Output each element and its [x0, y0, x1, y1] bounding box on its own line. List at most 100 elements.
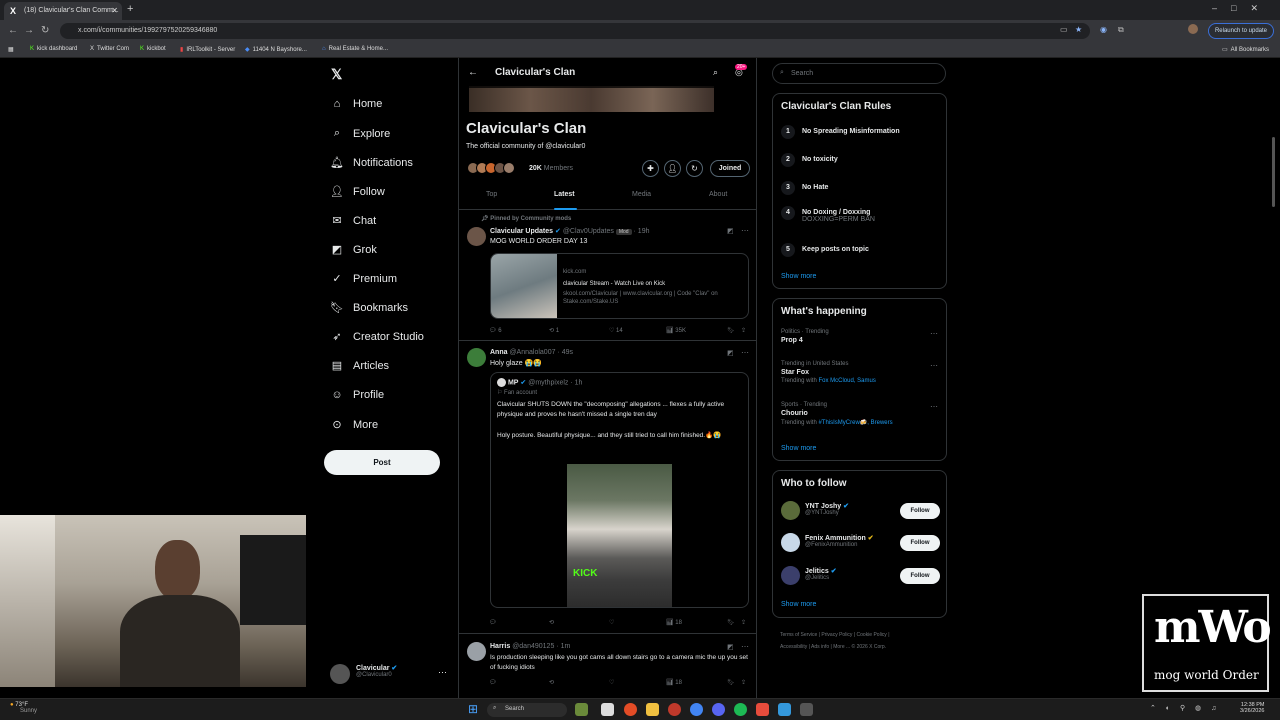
bookmark-kickbot[interactable]: Kkickbot: [140, 46, 169, 52]
pin-icon[interactable]: ↻: [686, 160, 703, 177]
post-button[interactable]: Post: [324, 450, 440, 475]
more-icon[interactable]: ⋯: [741, 226, 749, 235]
reply-button[interactable]: 💬︎ 6: [489, 327, 502, 334]
avatar[interactable]: [781, 533, 800, 552]
footer-link[interactable]: More ...: [833, 644, 850, 650]
install-icon[interactable]: ▭: [1060, 25, 1068, 34]
footer-link[interactable]: Accessibility: [780, 644, 807, 650]
views-count[interactable]: 📊︎ 18: [666, 679, 682, 686]
spotify-icon[interactable]: [734, 703, 747, 716]
more-icon[interactable]: ⋯: [741, 348, 749, 357]
extension-icon[interactable]: ◉: [1100, 25, 1107, 34]
taskbar-app-icon[interactable]: [624, 703, 637, 716]
x-logo-icon[interactable]: 𝕏: [331, 66, 342, 83]
tab-media[interactable]: Media: [632, 191, 651, 198]
members-count[interactable]: 20K Members: [529, 165, 573, 172]
like-button[interactable]: ♡: [609, 679, 614, 686]
bookmark-irltoolkit[interactable]: ▮ IRLToolkit - Server: [180, 46, 238, 53]
nav-grok[interactable]: ◩ Grok: [330, 243, 377, 257]
nav-home[interactable]: ⌂ Home: [330, 98, 383, 110]
views-count[interactable]: 📊︎ 18: [666, 619, 682, 626]
nav-notifications[interactable]: 🔔︎ Notifications: [330, 156, 413, 170]
browser-tab[interactable]: X (18) Clavicular's Clan Comm... ✕: [4, 2, 122, 20]
footer-link[interactable]: Ads info: [811, 644, 829, 650]
invite-icon[interactable]: 👤︎: [664, 160, 681, 177]
tab-about[interactable]: About: [709, 191, 727, 198]
nav-creator-studio[interactable]: ➶ Creator Studio: [330, 330, 424, 344]
bookmark-button[interactable]: 🔖︎: [727, 327, 735, 334]
post-harris[interactable]: Harris @dan490125 · 1m ◩ ⋯ Is production…: [459, 636, 756, 698]
nav-explore[interactable]: ⌕ Explore: [330, 127, 390, 140]
views-count[interactable]: 📊︎ 35K: [666, 327, 686, 334]
link-card[interactable]: kick.com clavicular Stream - Watch Live …: [490, 253, 749, 319]
search-icon[interactable]: ⌕: [713, 67, 718, 78]
grok-icon[interactable]: ◩: [727, 227, 734, 235]
close-tab-icon[interactable]: ✕: [111, 6, 118, 15]
window-controls[interactable]: –□✕: [1212, 3, 1272, 14]
footer-link[interactable]: Privacy Policy: [821, 632, 852, 638]
avatar[interactable]: [781, 566, 800, 585]
grok-icon[interactable]: ◩: [727, 643, 734, 651]
bookmark-realestate[interactable]: ⌂ Real Estate & Home...: [322, 46, 391, 52]
account-avatar[interactable]: [330, 664, 350, 684]
share-icon[interactable]: ✚: [642, 160, 659, 177]
show-more-link[interactable]: Show more: [781, 601, 816, 608]
tab-latest[interactable]: Latest: [554, 191, 575, 198]
reply-button[interactable]: 💬︎: [489, 619, 497, 626]
follow-button[interactable]: Follow: [900, 503, 940, 519]
grok-icon[interactable]: ◩: [727, 349, 734, 357]
nav-more[interactable]: ⊙ More: [330, 418, 378, 432]
trend-item[interactable]: Politics · Trending Prop 4: [781, 329, 941, 344]
avatar[interactable]: [467, 227, 486, 246]
repost-button[interactable]: ⟲: [549, 619, 554, 626]
trend-more-icon[interactable]: ⋯: [930, 402, 938, 411]
post-pinned[interactable]: 📌︎ Pinned by Community mods Clavicular U…: [459, 211, 756, 341]
start-button[interactable]: ⊞: [468, 702, 478, 716]
account-more-icon[interactable]: ⋯: [438, 667, 447, 678]
account-switcher[interactable]: Clavicular ✔ @Clavicular0: [356, 664, 397, 678]
taskbar-app-icon[interactable]: [756, 703, 769, 716]
joined-button[interactable]: Joined: [710, 160, 750, 177]
profile-avatar[interactable]: [1188, 24, 1198, 34]
taskbar-app-icon[interactable]: [575, 703, 588, 716]
quote-tweet[interactable]: MP ✔ @mythpixelz · 1h ⚐ Fan account Clav…: [490, 372, 749, 608]
nav-bookmarks[interactable]: 🔖︎ Bookmarks: [330, 301, 408, 315]
footer-link[interactable]: Terms of Service: [780, 632, 817, 638]
puzzle-icon[interactable]: ⧉: [1118, 25, 1124, 35]
apps-icon[interactable]: ▦: [8, 46, 14, 53]
new-tab-icon[interactable]: +: [127, 3, 133, 15]
show-more-link[interactable]: Show more: [781, 445, 816, 452]
folder-icon[interactable]: [646, 703, 659, 716]
bookmark-button[interactable]: 🔖︎: [727, 679, 735, 686]
star-icon[interactable]: ★: [1075, 25, 1082, 34]
taskbar-search[interactable]: ⌕ Search: [487, 703, 567, 717]
avatar[interactable]: [467, 348, 486, 367]
trend-item[interactable]: Sports · Trending Chourio Trending with …: [781, 402, 941, 426]
all-bookmarks[interactable]: ▭ All Bookmarks: [1222, 46, 1272, 53]
taskbar-app-icon[interactable]: [601, 703, 614, 716]
bookmark-button[interactable]: 🔖︎: [727, 619, 735, 626]
clock[interactable]: 12:38 PM 3/26/2026: [1240, 702, 1264, 714]
taskbar-app-icon[interactable]: [778, 703, 791, 716]
post-anna[interactable]: Anna @Annalola007 · 49s ◩ ⋯ Holy glaze 😭…: [459, 342, 756, 634]
scrollbar[interactable]: [1272, 62, 1277, 702]
system-tray-icons[interactable]: ⌃ ◐ ⚲ ◍ ♫: [1150, 704, 1220, 712]
show-more-link[interactable]: Show more: [781, 273, 816, 280]
follow-button[interactable]: Follow: [900, 568, 940, 584]
like-button[interactable]: ♡: [609, 619, 614, 626]
suggestion[interactable]: Fenix Ammunition ✔ @FenixAmmunition: [805, 534, 874, 548]
back-arrow-icon[interactable]: ←: [468, 67, 478, 78]
share-button[interactable]: ⇪: [741, 327, 746, 334]
reply-button[interactable]: 💬︎: [489, 679, 497, 686]
trend-item[interactable]: Trending in United States Star Fox Trend…: [781, 361, 941, 384]
discord-icon[interactable]: [712, 703, 725, 716]
share-button[interactable]: ⇪: [741, 619, 746, 626]
nav-articles[interactable]: ▤ Articles: [330, 359, 389, 373]
nav-follow[interactable]: 👤︎ Follow: [330, 185, 385, 199]
more-icon[interactable]: ⋯: [741, 642, 749, 651]
taskbar-app-icon[interactable]: [668, 703, 681, 716]
suggestion[interactable]: YNT Joshy ✔ @YNTJoshy: [805, 502, 849, 516]
repost-button[interactable]: ⟲: [549, 679, 554, 686]
nav-chat[interactable]: ✉ Chat: [330, 214, 376, 228]
search-input[interactable]: ⌕ Search: [772, 63, 946, 84]
